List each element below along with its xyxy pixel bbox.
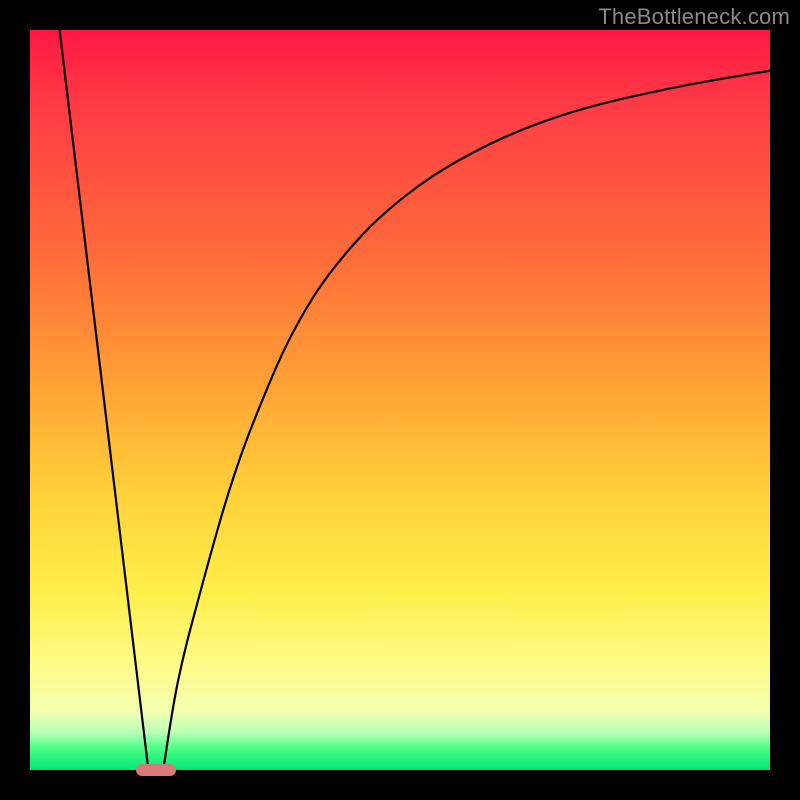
minimum-marker <box>136 764 176 776</box>
watermark-text: TheBottleneck.com <box>598 4 790 30</box>
chart-plot-area <box>30 30 770 770</box>
bottleneck-curve <box>30 30 770 770</box>
curve-right-flank <box>163 71 770 770</box>
curve-left-flank <box>60 30 149 770</box>
